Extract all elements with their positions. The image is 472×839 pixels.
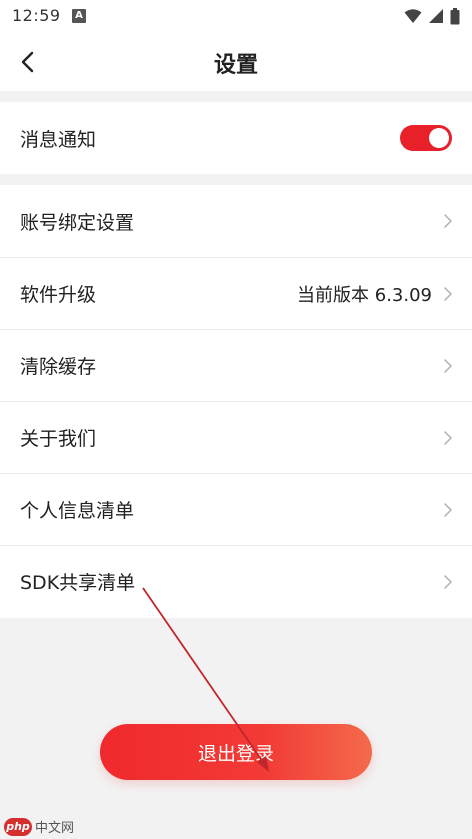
settings-item-sdk-share-list[interactable]: SDK共享清单 [0, 545, 472, 617]
chevron-right-icon [444, 214, 452, 228]
settings-item-software-upgrade[interactable]: 软件升级 当前版本 6.3.09 [0, 257, 472, 329]
settings-list: 账号绑定设置 软件升级 当前版本 6.3.09 清除缓存 关于我们 个人信息清单… [0, 185, 472, 618]
chevron-right-icon [444, 502, 452, 517]
status-time: 12:59 [12, 6, 61, 25]
settings-item-label: 关于我们 [20, 428, 97, 450]
wifi-icon [404, 9, 422, 23]
page-title: 设置 [213, 53, 258, 78]
settings-item-clear-cache[interactable]: 清除缓存 [0, 329, 472, 401]
settings-item-personal-info-list[interactable]: 个人信息清单 [0, 473, 472, 545]
settings-item-label: 清除缓存 [20, 356, 97, 378]
settings-item-label: 软件升级 [20, 284, 97, 306]
settings-item-label: 个人信息清单 [20, 500, 135, 522]
status-bar: 12:59 A [0, 0, 472, 33]
watermark-text: 中文网 [35, 821, 75, 836]
notify-toggle[interactable] [400, 125, 452, 151]
logout-button[interactable]: 退出登录 [100, 724, 372, 780]
notify-label: 消息通知 [20, 128, 97, 151]
chevron-right-icon [444, 574, 452, 589]
notify-row: 消息通知 [0, 102, 472, 174]
watermark: php 中文网 [4, 817, 74, 836]
version-value: 当前版本 6.3.09 [297, 284, 432, 306]
settings-item-label: SDK共享清单 [20, 572, 136, 594]
chevron-right-icon [444, 430, 452, 445]
notification-icon: A [72, 9, 86, 23]
chevron-right-icon [444, 286, 452, 301]
settings-item-label: 账号绑定设置 [20, 211, 135, 234]
chevron-right-icon [444, 358, 452, 373]
battery-icon [450, 7, 460, 24]
settings-item-account-binding[interactable]: 账号绑定设置 [0, 185, 472, 257]
notify-section: 消息通知 [0, 102, 472, 174]
header: 设置 [0, 33, 472, 91]
watermark-logo: php [4, 817, 32, 836]
settings-item-about-us[interactable]: 关于我们 [0, 401, 472, 473]
status-icons [404, 7, 460, 25]
signal-icon [429, 9, 443, 23]
toggle-knob [429, 128, 449, 148]
